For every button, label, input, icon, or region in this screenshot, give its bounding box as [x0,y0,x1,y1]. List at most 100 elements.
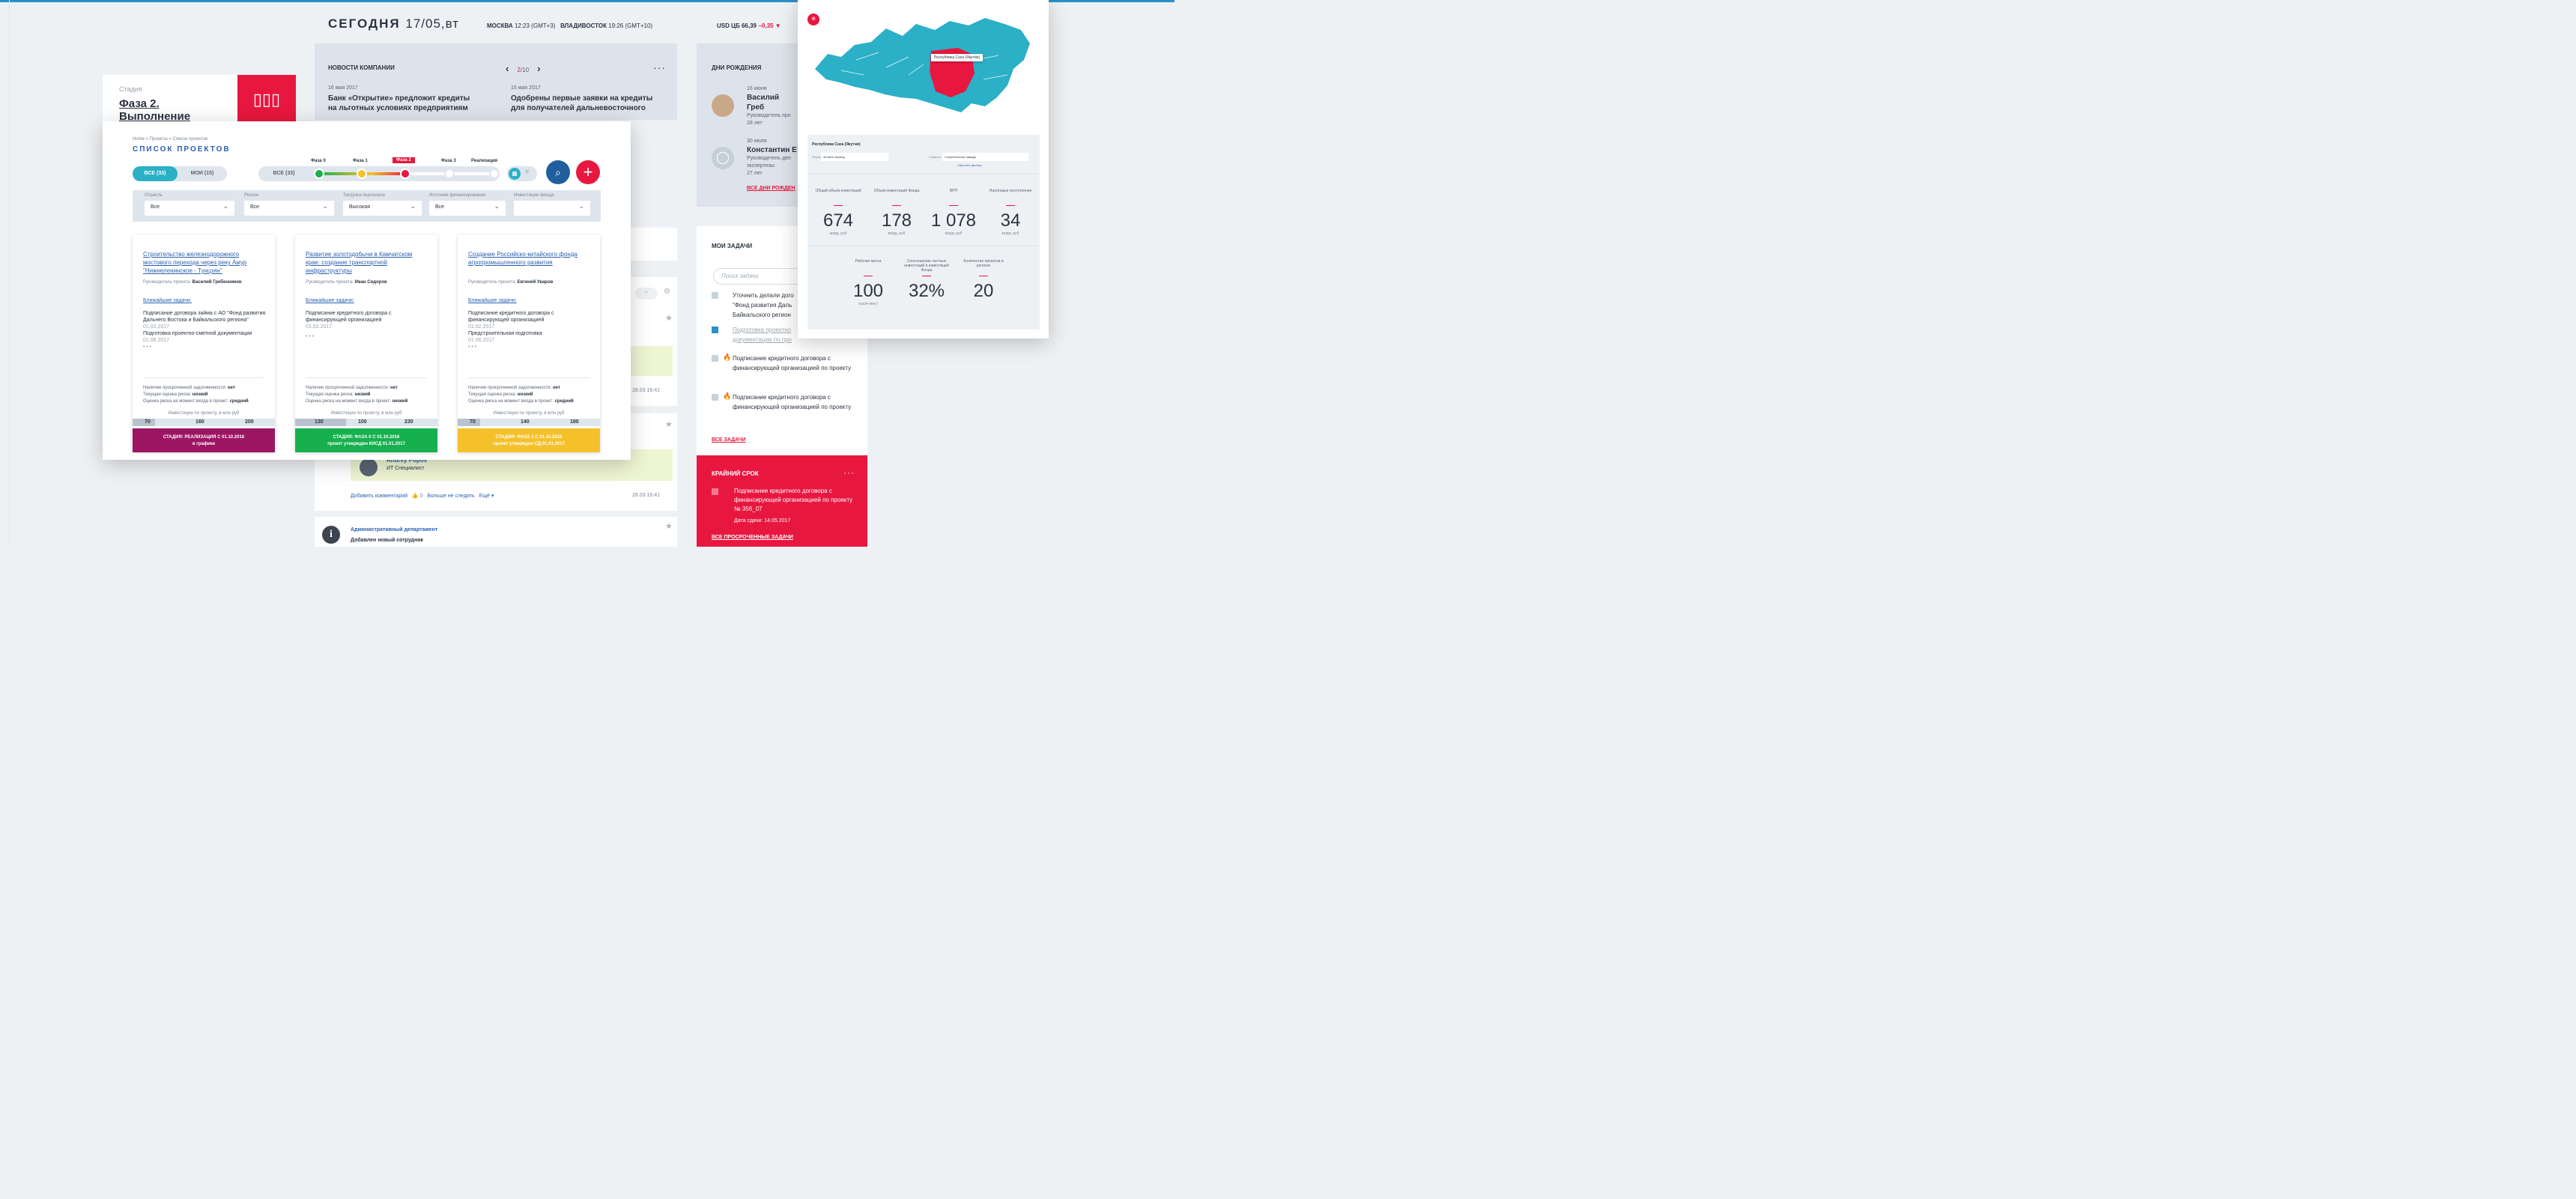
branch-select[interactable]: Строительство завода [942,153,1028,161]
news-item[interactable]: 16 мая 2017 Банк «Открытие» предложит кр… [328,85,478,113]
deadline-checkbox[interactable] [712,488,718,495]
gear-icon[interactable]: ⚙ [664,288,670,296]
near-tasks-link[interactable]: Ближайшие задачи: [306,298,354,303]
page-title: СПИСОК ПРОЕКТОВ [133,145,231,154]
region-map-window: ⊕ Республика Саха (Якутия) Республика Са… [798,0,1049,339]
stat-label: Рабочие места [855,259,882,264]
phase-label[interactable]: Реализация [471,159,497,163]
phase-label-active[interactable]: Фаза 2 [393,157,415,163]
phase-all[interactable]: ВСЕ (33) [261,166,306,181]
task-item[interactable] [712,355,718,364]
news-more-icon[interactable]: ··· [653,61,666,73]
more-menu[interactable]: Ещё ▾ [479,494,494,499]
reset-filter-link[interactable]: Сбросить фильтр [957,163,982,167]
project-card[interactable]: Развитие золотодобычи в Камчатском крае:… [295,235,437,452]
stage-value[interactable]: Фаза 2. Выполнение [119,97,190,123]
news-prev-icon[interactable]: ‹ [506,63,509,74]
scale-value: 140 [521,419,530,425]
phase-dot[interactable] [400,169,410,179]
world-clocks: МОСКВА 12:23 (GMT+3) ВЛАДИВОСТОК 19:26 (… [487,22,652,29]
news-headline: Банк «Открытие» предложит кредиты на льг… [328,94,470,112]
like-icon[interactable]: 👍 [412,494,419,499]
grid-view-icon[interactable]: ▦ [509,168,521,180]
filter-load-select[interactable]: Высокая [343,201,422,216]
deadline-task-text[interactable]: Подписание кредитного договора с финанси… [734,487,858,514]
star-icon[interactable]: ★ [665,313,673,323]
phase-dot[interactable] [314,169,324,179]
stat-value: 674 [822,210,854,231]
phase-label[interactable]: Фаза 0 [311,159,326,163]
birthday-age: 28 лет [747,121,763,126]
task-checkbox-checked[interactable] [712,327,718,333]
all-birthdays-link[interactable]: ВСЕ ДНИ РОЖДЕН [747,186,795,191]
like-count: 0 [419,494,423,499]
deadline-more-icon[interactable]: ··· [843,467,855,478]
phase-label[interactable]: Фаза 3 [441,159,456,163]
period-select[interactable]: За весь период [821,153,888,161]
project-title-link[interactable]: Строительство железнодорожного мостового… [143,250,263,275]
all-tasks-link[interactable]: ВСЕ ЗАДАЧИ [712,437,746,443]
stat-label: Количество проектов в регионе [963,259,1004,268]
star-icon[interactable]: ★ [665,419,673,429]
task-checkbox[interactable] [712,355,718,362]
task-item[interactable] [712,394,718,403]
project-card[interactable]: Создание Российско-китайского фонда агро… [458,235,600,452]
add-project-button[interactable]: + [576,160,600,184]
task-checkbox[interactable] [712,292,718,299]
filter-region-select[interactable]: Все [244,201,334,216]
search-icon[interactable]: ⌕ [635,288,658,300]
birthday-name[interactable]: Василий Греб [747,93,798,112]
post-actions: Добавить комментарий 👍 0 Больше не следи… [351,493,494,499]
task-checkbox[interactable] [712,394,718,401]
phase-label[interactable]: Фаза 1 [353,159,368,163]
more-tasks[interactable]: • • • [306,333,430,340]
breadcrumb[interactable]: Home » Проекты » Список проектов [133,137,207,142]
search-button[interactable]: ⌕ [546,160,570,184]
near-tasks-link[interactable]: Ближайшие задачи: [468,298,517,303]
investment-scale: 70 140 180 [458,419,600,426]
risk-label: Оценка риска на момент входа в проект: [143,399,228,404]
birthday-name[interactable]: Константин Е [747,145,797,155]
filter-investment-select[interactable] [514,201,590,216]
currency-rate: USD ЦБ 66,39 −0,35 ▼ [717,22,781,29]
birthday-person: 30 июля Константин Е Руководитель деп эк… [747,138,797,177]
tab-mine[interactable]: МОИ (15) [179,166,225,181]
tab-all[interactable]: ВСЕ (33) [133,166,178,181]
overdue-tasks-link[interactable]: ВСЕ ПРОСРОЧЕННЫЕ ЗАДАЧИ [712,535,793,540]
stat-item: Соотношение частных инвестиций и инвести… [900,259,953,302]
filter-funding-select[interactable]: Все [429,201,506,216]
task-text: Уточнить делали дого "Фонд развития Даль… [733,292,794,318]
more-tasks[interactable]: • • • [468,344,593,350]
russia-map[interactable] [811,7,1036,120]
phase-dot[interactable] [489,169,500,179]
feed-post: i Административный департамент Добавлен … [315,517,677,547]
near-tasks-link[interactable]: Ближайшие задачи: [143,298,192,303]
stage-footer-text: СТАДИЯ: ФАЗА 1 С 01.10.2016 [495,435,563,440]
filter-industry-select[interactable]: Все [145,201,234,216]
manager-label: Руководитель проекта: [468,280,516,285]
filter-label: Инвестиции фонда [514,193,554,198]
project-title-link[interactable]: Создание Российско-китайского фонда агро… [468,250,588,267]
feed-department[interactable]: Административный департамент [351,527,437,532]
news-next-icon[interactable]: › [537,63,540,74]
task-item[interactable] [712,327,718,336]
add-comment-link[interactable]: Добавить комментарий [351,494,407,499]
unfollow-link[interactable]: Больше не следить [427,494,474,499]
user-placeholder-icon: ◯ [712,147,734,169]
project-title-link[interactable]: Развитие золотодобычи в Камчатском крае:… [306,250,425,275]
risk-value: средний [554,399,574,404]
stat-value: 178 [881,210,912,231]
star-icon[interactable]: ★ [665,521,673,531]
project-card[interactable]: Строительство железнодорожного мостового… [133,235,275,452]
list-view-icon[interactable]: ≡ [525,168,529,175]
usd-value: 66,39 [741,22,757,29]
phase-dot[interactable] [444,169,455,179]
news-item[interactable]: 15 мая 2017 Одобрены первые заявки на кр… [511,85,661,113]
vladivostok-time: 19:26 (GMT+10) [608,22,653,29]
phase-dot[interactable] [357,169,367,179]
scale-value: 180 [570,419,579,425]
deadline-panel: КРАЙНИЙ СРОК ··· Подписание кредитного д… [697,455,867,547]
deadline-title: КРАЙНИЙ СРОК [712,470,759,477]
manager-name: Евгений Уваров [517,280,554,285]
more-tasks[interactable]: • • • [143,344,267,350]
